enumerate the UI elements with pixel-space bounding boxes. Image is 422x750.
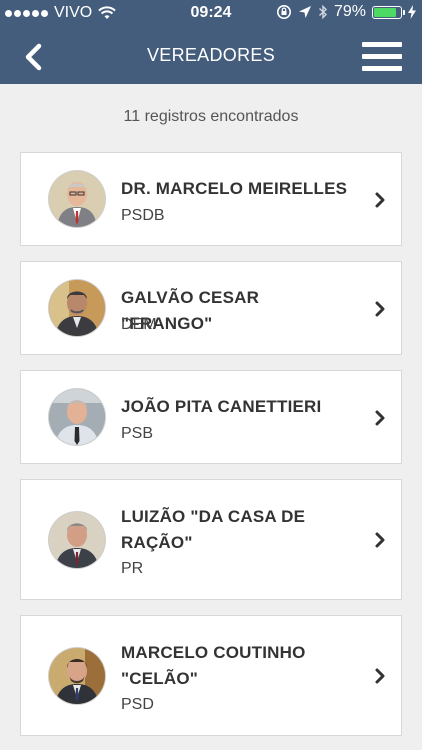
location-icon: [298, 6, 311, 18]
avatar: [49, 512, 105, 568]
councillor-name: DR. MARCELO MEIRELLES: [121, 179, 348, 198]
councillor-card[interactable]: LUIZÃO "DA CASA DE RAÇÃO" PR: [20, 479, 402, 600]
councillor-card[interactable]: GALVÃO CESAR "FRANGO" DEM: [20, 261, 402, 355]
charging-icon: [408, 5, 416, 19]
councillor-name: JOÃO PITA CANETTIERI: [121, 397, 322, 416]
app-header: VIVO 09:24 79% VEREADORES: [0, 0, 422, 84]
chevron-right-icon: [375, 301, 385, 317]
chevron-right-icon: [375, 532, 385, 548]
rotation-lock-icon: [276, 5, 291, 19]
results-count: 11 registros encontrados: [123, 108, 299, 125]
chevron-left-icon: [25, 43, 42, 71]
chevron-right-icon: [375, 668, 385, 684]
back-button[interactable]: [18, 40, 48, 74]
status-icons: 79%: [276, 3, 416, 21]
councillor-party: PSB: [121, 425, 154, 442]
battery-percent: 79%: [333, 3, 366, 20]
councillor-card[interactable]: JOÃO PITA CANETTIERI PSB: [20, 370, 402, 464]
menu-button[interactable]: [362, 42, 402, 72]
councillor-party: PSD: [121, 696, 154, 713]
avatar: [49, 648, 105, 704]
councillor-card[interactable]: DR. MARCELO MEIRELLES PSDB: [20, 152, 402, 246]
bluetooth-icon: [318, 4, 327, 20]
page-title: VEREADORES: [146, 45, 276, 65]
councillor-party: DEM: [121, 316, 157, 333]
avatar: [49, 389, 105, 445]
battery-icon: [372, 5, 405, 19]
councillor-party: PR: [121, 560, 144, 577]
councillor-party: PSDB: [121, 207, 165, 224]
chevron-right-icon: [375, 192, 385, 208]
councillor-name: MARCELO COUTINHO "CELÃO": [121, 643, 306, 688]
chevron-right-icon: [375, 410, 385, 426]
councillor-card[interactable]: MARCELO COUTINHO "CELÃO" PSD: [20, 615, 402, 736]
status-bar: VIVO 09:24 79%: [0, 0, 422, 26]
councillor-name: LUIZÃO "DA CASA DE RAÇÃO": [121, 507, 306, 552]
avatar: [49, 280, 105, 336]
avatar: [49, 171, 105, 227]
